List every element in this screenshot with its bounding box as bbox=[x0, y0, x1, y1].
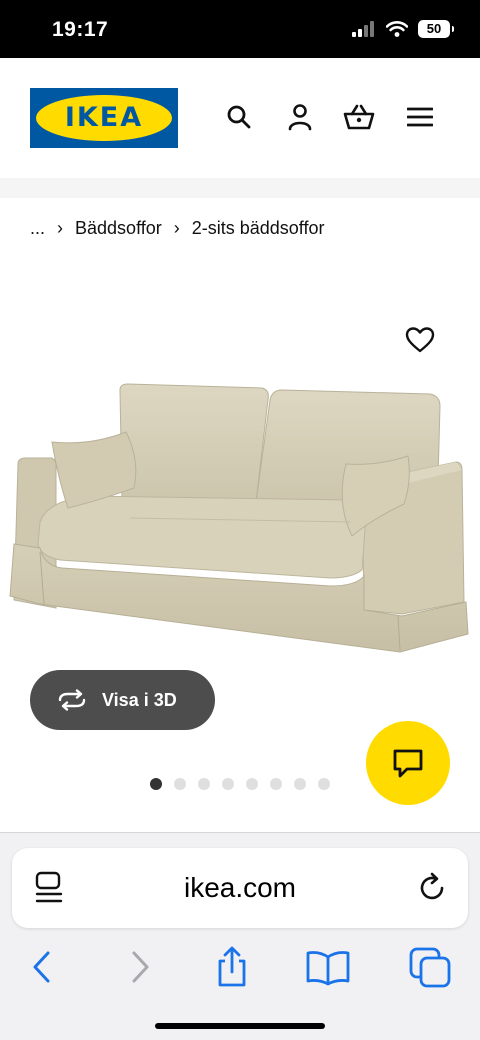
carousel-dot[interactable] bbox=[318, 778, 330, 790]
tabs-button[interactable] bbox=[406, 943, 454, 991]
carousel-dot[interactable] bbox=[294, 778, 306, 790]
menu-button[interactable] bbox=[403, 100, 437, 134]
share-button[interactable] bbox=[208, 943, 256, 991]
favorite-button[interactable] bbox=[402, 322, 438, 358]
book-icon bbox=[306, 951, 350, 986]
view-3d-button[interactable]: Visa i 3D bbox=[30, 670, 215, 730]
cellular-signal-icon bbox=[352, 21, 374, 37]
cart-button[interactable] bbox=[342, 100, 376, 134]
chevron-left-icon bbox=[33, 951, 50, 983]
page: 19:17 50 IKEA ... › Bäddsoffor › 2-sits … bbox=[0, 0, 480, 1040]
carousel-dot[interactable] bbox=[198, 778, 210, 790]
breadcrumb-separator: › bbox=[173, 218, 180, 238]
search-button[interactable] bbox=[222, 100, 256, 134]
account-button[interactable] bbox=[283, 100, 317, 134]
browser-toolbar: ikea.com bbox=[0, 832, 480, 1040]
chevron-right-icon bbox=[132, 951, 149, 983]
breadcrumb: ... › Bäddsoffor › 2-sits bäddsoffor bbox=[30, 218, 325, 239]
reload-icon[interactable] bbox=[414, 870, 450, 906]
user-icon bbox=[288, 104, 312, 131]
ikea-logo[interactable]: IKEA bbox=[30, 88, 178, 148]
search-icon bbox=[227, 105, 251, 129]
tabs-icon bbox=[409, 947, 451, 988]
image-carousel-dots bbox=[150, 778, 330, 790]
carousel-dot[interactable] bbox=[270, 778, 282, 790]
carousel-dot[interactable] bbox=[174, 778, 186, 790]
home-indicator bbox=[155, 1023, 325, 1029]
carousel-dot-active[interactable] bbox=[150, 778, 162, 790]
battery-indicator: 50 bbox=[418, 20, 454, 38]
status-bar: 19:17 50 bbox=[0, 0, 480, 58]
wifi-icon bbox=[386, 21, 408, 37]
breadcrumb-ellipsis[interactable]: ... bbox=[30, 218, 45, 239]
bookmarks-button[interactable] bbox=[304, 943, 352, 991]
status-icons: 50 bbox=[352, 20, 454, 38]
share-icon bbox=[218, 946, 246, 987]
breadcrumb-separator: › bbox=[57, 218, 64, 238]
rotate-3d-icon bbox=[58, 689, 86, 711]
back-button[interactable] bbox=[18, 943, 66, 991]
forward-button[interactable] bbox=[116, 943, 164, 991]
breadcrumb-item-2-sits[interactable]: 2-sits bäddsoffor bbox=[192, 218, 325, 239]
url-text: ikea.com bbox=[183, 872, 297, 903]
status-time: 19:17 bbox=[52, 18, 109, 41]
breadcrumb-item-baddsoffor[interactable]: Bäddsoffor bbox=[75, 218, 162, 239]
carousel-dot[interactable] bbox=[222, 778, 234, 790]
logo-text: IKEA bbox=[64, 102, 144, 133]
chat-bubble-icon bbox=[393, 749, 423, 778]
site-header: IKEA bbox=[0, 58, 480, 178]
cart-icon bbox=[343, 104, 375, 130]
view-3d-label: Visa i 3D bbox=[102, 689, 177, 710]
header-divider-band bbox=[0, 178, 480, 198]
heart-icon bbox=[405, 327, 435, 353]
menu-icon bbox=[407, 107, 433, 127]
address-bar[interactable]: ikea.com bbox=[12, 848, 468, 928]
carousel-dot[interactable] bbox=[246, 778, 258, 790]
chat-button[interactable] bbox=[366, 721, 450, 805]
